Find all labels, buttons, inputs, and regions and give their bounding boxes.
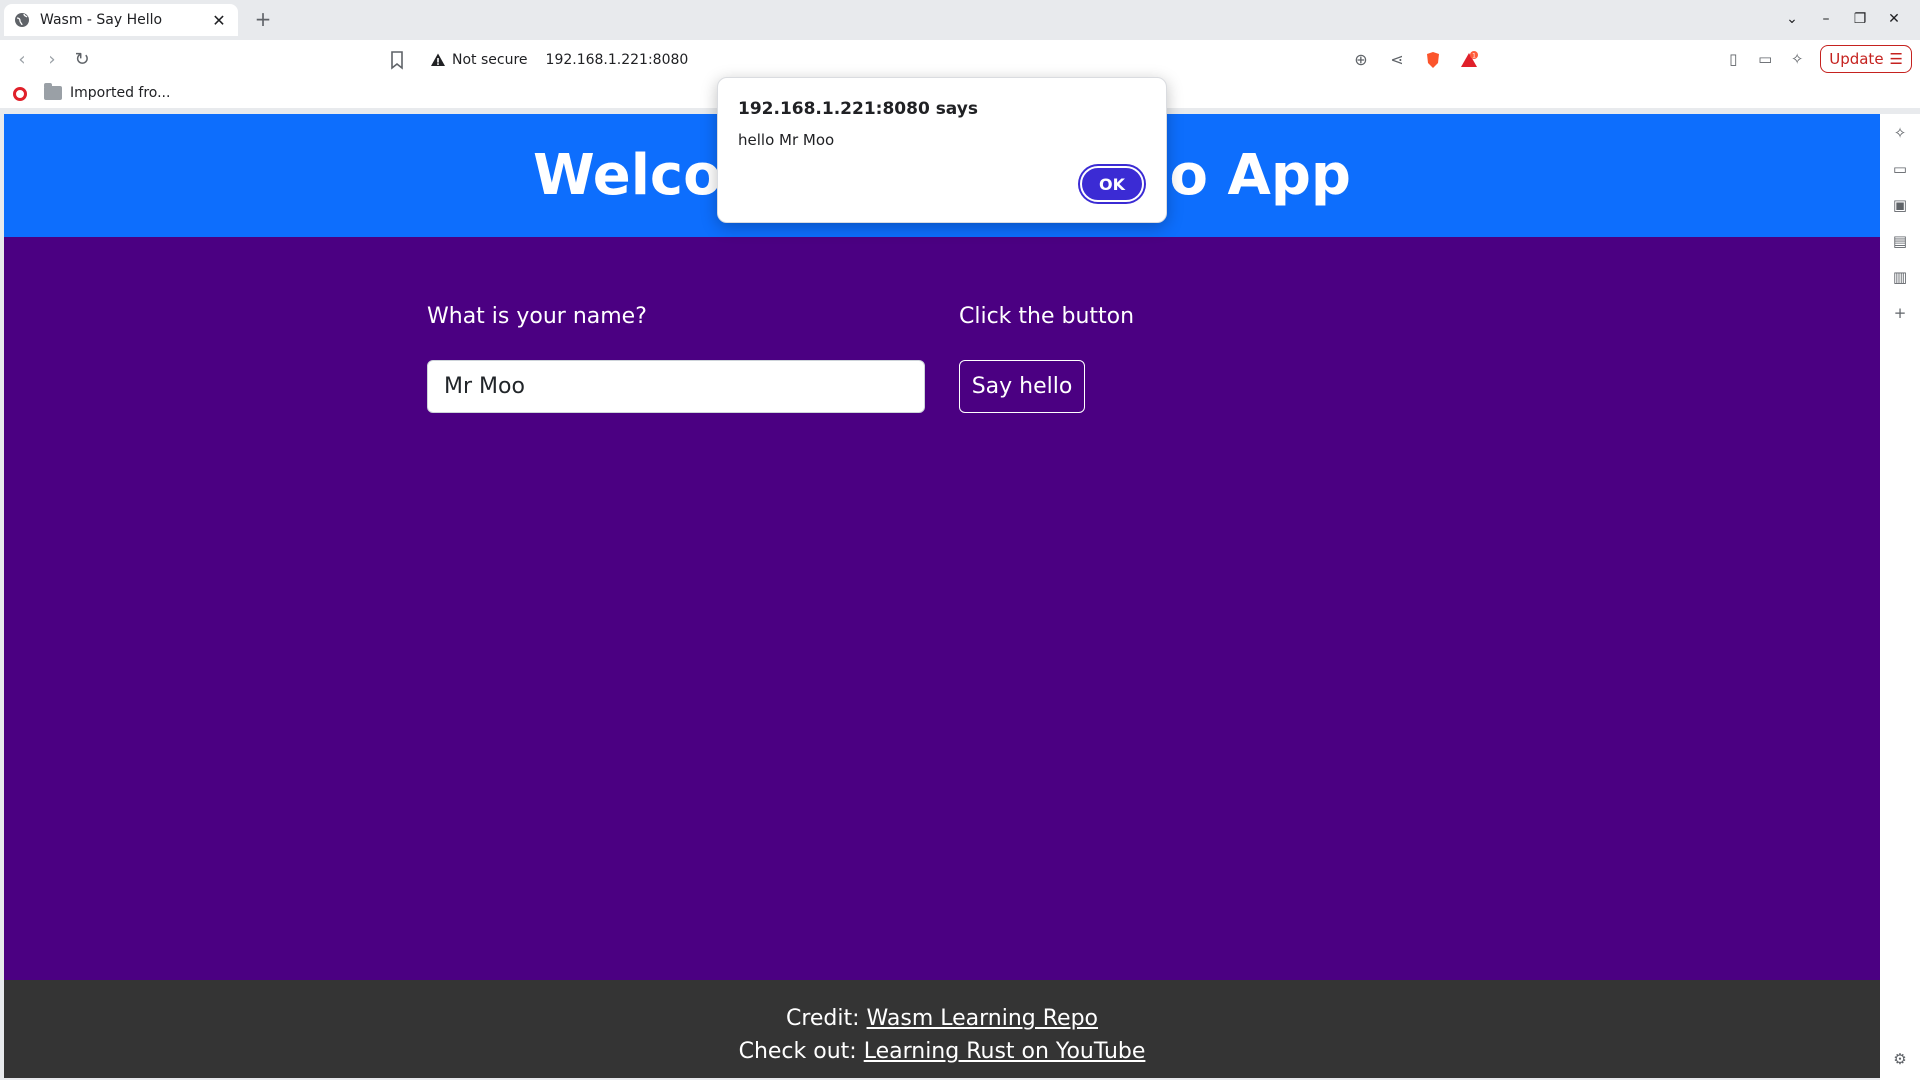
add-sidebar-icon[interactable]: + xyxy=(1891,304,1909,322)
wallet-icon[interactable]: ▭ xyxy=(1756,50,1774,68)
reading-list-icon[interactable]: ▥ xyxy=(1891,268,1909,286)
url-text[interactable]: 192.168.1.221:8080 xyxy=(546,52,689,68)
share-icon[interactable]: ⋖ xyxy=(1388,51,1406,69)
right-sidebar: ✧ ▭ ▣ ▤ ▥ + ⚙ xyxy=(1880,114,1920,1080)
dialog-message: hello Mr Moo xyxy=(738,131,835,149)
page-viewport: Welcome to the Hello App What is your na… xyxy=(4,114,1880,1078)
zoom-icon[interactable]: ⊕ xyxy=(1352,51,1370,69)
tab-close-icon[interactable]: ✕ xyxy=(210,11,228,30)
alert-dialog: 192.168.1.221:8080 says hello Mr Moo OK xyxy=(717,77,1167,223)
close-window-icon[interactable]: ✕ xyxy=(1882,6,1906,32)
tab-search-chevron-icon[interactable]: ⌄ xyxy=(1780,6,1804,32)
button-label: Click the button xyxy=(959,304,1135,329)
wallet2-sidebar-icon[interactable]: ▣ xyxy=(1891,196,1909,214)
tab-strip: Wasm - Say Hello ✕ + ⌄ – ❐ ✕ xyxy=(0,0,1920,40)
address-bar-actions: ⊕ ⋖ 1 xyxy=(1352,44,1478,76)
name-label: What is your name? xyxy=(427,304,647,329)
window-controls: ⌄ – ❐ ✕ xyxy=(1780,6,1906,32)
brave-shield-icon[interactable] xyxy=(1424,51,1442,69)
back-arrow-icon[interactable]: ‹ xyxy=(10,48,34,72)
tab-title: Wasm - Say Hello xyxy=(40,12,163,28)
menu-icon: ☰ xyxy=(1889,50,1903,68)
name-input[interactable] xyxy=(427,360,925,413)
credit-prefix: Credit: xyxy=(785,1006,867,1031)
globe-icon xyxy=(15,13,29,27)
new-tab-button[interactable]: + xyxy=(250,6,276,32)
footer-credit: Credit: Wasm Learning Repo xyxy=(4,1002,1880,1035)
checkout-prefix: Check out: xyxy=(738,1039,864,1064)
rewards-badge-count: 1 xyxy=(1472,53,1476,60)
say-hello-button[interactable]: Say hello xyxy=(959,360,1085,413)
forward-arrow-icon[interactable]: › xyxy=(40,48,64,72)
leo-ai-icon[interactable]: ✧ xyxy=(1788,50,1806,68)
bookmark-folder-label: Imported fro... xyxy=(70,85,171,101)
bookmark-folder-imported[interactable]: Imported fro... xyxy=(44,83,171,101)
restore-icon[interactable]: ❐ xyxy=(1848,6,1872,32)
reload-icon[interactable]: ↻ xyxy=(70,48,94,72)
browser-toolbar: ‹ › ↻ Not secure 192.168.1.221:8080 ⊕ ⋖ xyxy=(0,40,1920,80)
update-button[interactable]: Update ☰ xyxy=(1820,45,1912,73)
leo-sidebar-icon[interactable]: ✧ xyxy=(1891,124,1909,142)
ok-button[interactable]: OK xyxy=(1080,166,1144,202)
opera-bookmark-icon[interactable] xyxy=(13,87,27,101)
security-label[interactable]: Not secure xyxy=(452,52,528,68)
footer-checkout: Check out: Learning Rust on YouTube xyxy=(4,1035,1880,1068)
browser-window: Wasm - Say Hello ✕ + ⌄ – ❐ ✕ ‹ › ↻ Not s… xyxy=(0,0,1920,1080)
wallet-sidebar-icon[interactable]: ▭ xyxy=(1891,160,1909,178)
settings-gear-icon[interactable]: ⚙ xyxy=(1891,1050,1909,1068)
bookmarks-sidebar-icon[interactable]: ▤ xyxy=(1891,232,1909,250)
folder-icon xyxy=(44,83,62,100)
bookmark-icon[interactable] xyxy=(386,48,408,72)
warning-icon xyxy=(431,53,445,66)
tab-wasm-say-hello[interactable]: Wasm - Say Hello ✕ xyxy=(4,4,238,36)
toolbar-right-actions: ▯ ▭ ✧ Update ☰ xyxy=(1724,45,1912,73)
address-bar[interactable]: Not secure 192.168.1.221:8080 ⊕ ⋖ 1 xyxy=(420,44,1500,76)
dialog-title: 192.168.1.221:8080 says xyxy=(738,99,978,119)
wasm-learning-repo-link[interactable]: Wasm Learning Repo xyxy=(867,1006,1098,1031)
brave-rewards-icon[interactable]: 1 xyxy=(1460,51,1478,69)
learning-rust-youtube-link[interactable]: Learning Rust on YouTube xyxy=(864,1039,1146,1064)
site-footer: Credit: Wasm Learning Repo Check out: Le… xyxy=(4,980,1880,1078)
update-label: Update xyxy=(1829,50,1884,68)
minimize-icon[interactable]: – xyxy=(1814,6,1838,32)
sidebar-toggle-icon[interactable]: ▯ xyxy=(1724,50,1742,68)
